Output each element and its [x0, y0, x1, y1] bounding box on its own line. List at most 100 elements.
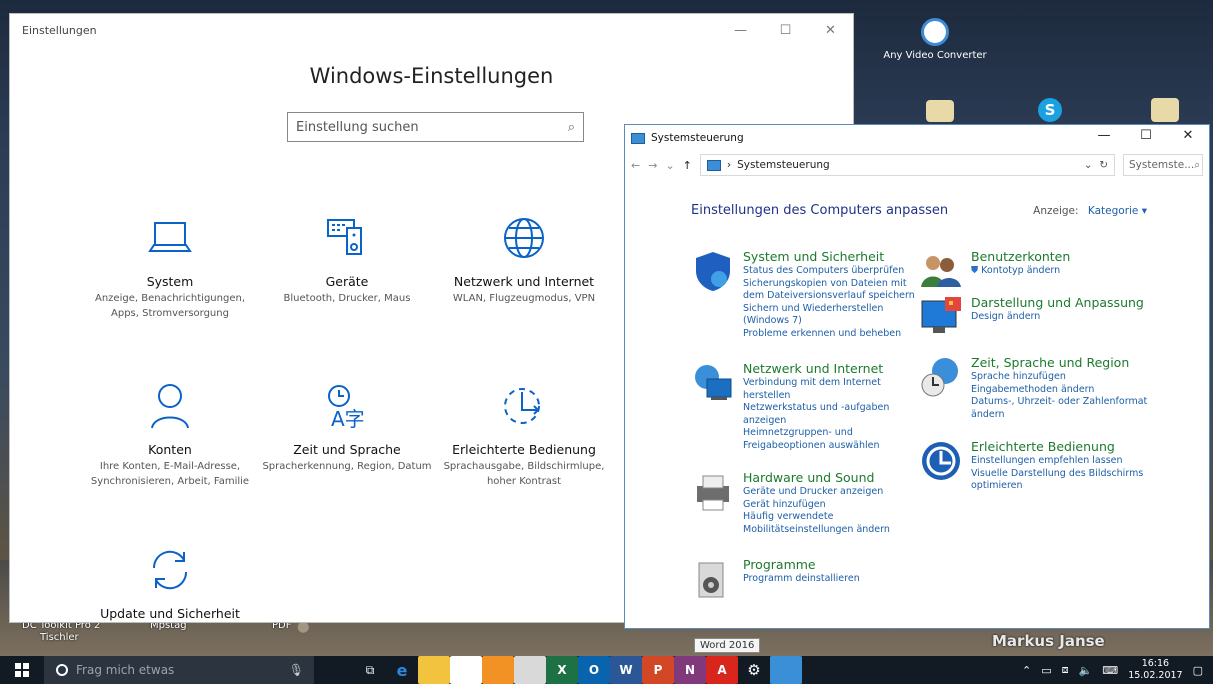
category-title[interactable]: Programme [743, 557, 860, 573]
category-link[interactable]: Einstellungen empfehlen lassen [971, 455, 1149, 468]
word-icon[interactable]: W [610, 656, 642, 684]
close-button[interactable]: ✕ [1167, 122, 1209, 148]
tile-network[interactable]: Netzwerk und Internet WLAN, Flugzeugmodu… [439, 212, 609, 306]
control-panel-taskbar-icon[interactable] [770, 656, 802, 684]
category-network-internet: Netzwerk und Internet Verbindung mit dem… [691, 361, 916, 452]
category-link[interactable]: Datums-, Uhrzeit- oder Zahlenformat ände… [971, 396, 1149, 421]
acrobat-icon[interactable]: A [706, 656, 738, 684]
microphone-icon[interactable]: 🎙 [289, 663, 304, 677]
category-title[interactable]: Zeit, Sprache und Region [971, 355, 1149, 371]
settings-titlebar[interactable]: Einstellungen — ☐ ✕ [10, 14, 853, 46]
tile-desc: WLAN, Flugzeugmodus, VPN [452, 293, 596, 304]
onenote-icon[interactable]: N [674, 656, 706, 684]
maximize-button[interactable]: ☐ [763, 14, 808, 46]
calculator-icon[interactable] [514, 656, 546, 684]
category-ease-of-access: Erleichterte Bedienung Einstellungen emp… [919, 439, 1149, 493]
cortana-search-input[interactable]: Frag mich etwas 🎙 [44, 656, 314, 684]
category-link[interactable]: Probleme erkennen und beheben [743, 328, 916, 341]
devices-icon [262, 212, 432, 264]
tile-accessibility[interactable]: Erleichterte Bedienung Sprachausgabe, Bi… [439, 380, 609, 489]
uac-shield-icon: ⛊ [971, 265, 979, 276]
media-app-icon[interactable] [482, 656, 514, 684]
settings-heading: Windows-Einstellungen [309, 64, 554, 88]
category-link[interactable]: Status des Computers überprüfen [743, 265, 916, 278]
cp-search-input[interactable]: Systemste... ⌕ [1123, 154, 1203, 176]
desktop-icon-skype[interactable]: S [1035, 98, 1065, 122]
tile-name: System [146, 274, 194, 289]
category-link[interactable]: Visuelle Darstellung des Bildschirms opt… [971, 468, 1149, 493]
close-button[interactable]: ✕ [808, 14, 853, 46]
tile-desc: Bluetooth, Drucker, Maus [283, 293, 411, 304]
shield-icon [696, 252, 730, 291]
category-title[interactable]: System und Sicherheit [743, 249, 916, 265]
desktop-icon-any-video-converter[interactable]: Any Video Converter [880, 18, 990, 61]
refresh-icon[interactable]: ↻ [1099, 159, 1108, 171]
address-input[interactable]: › Systemsteuerung ⌄ ↻ [699, 154, 1115, 176]
clock[interactable]: 16:16 15.02.2017 [1128, 658, 1182, 682]
tile-system[interactable]: System Anzeige, Benachrichtigungen, Apps… [85, 212, 255, 321]
category-link[interactable]: Eingabemethoden ändern [971, 384, 1149, 397]
category-title[interactable]: Benutzerkonten [971, 249, 1070, 265]
category-link[interactable]: Geräte und Drucker anzeigen [743, 486, 916, 499]
forward-arrow-icon[interactable]: → [648, 159, 657, 172]
battery-icon[interactable]: ▭ [1041, 664, 1051, 677]
up-arrow-icon[interactable]: ↑ [683, 159, 692, 172]
users-icon [921, 256, 961, 287]
category-link[interactable]: Heimnetzgruppen- und Freigabeoptionen au… [743, 427, 916, 452]
cp-window-title: Systemsteuerung [651, 132, 744, 144]
cp-search-placeholder: Systemste... [1129, 159, 1195, 171]
outlook-icon[interactable]: O [578, 656, 610, 684]
tile-desc: Ihre Konten, E-Mail-Adresse, Synchronisi… [90, 461, 250, 487]
maximize-button[interactable]: ☐ [1125, 122, 1167, 148]
control-panel-icon [706, 159, 721, 171]
breadcrumb[interactable]: Systemsteuerung [737, 159, 830, 171]
desktop-label-tischler[interactable]: Tischler [40, 632, 79, 643]
network-icon [695, 365, 732, 400]
category-title[interactable]: Hardware und Sound [743, 470, 916, 486]
tile-devices[interactable]: Geräte Bluetooth, Drucker, Maus [262, 212, 432, 306]
powerpoint-icon[interactable]: P [642, 656, 674, 684]
cp-titlebar[interactable]: Systemsteuerung — ☐ ✕ [625, 125, 1209, 151]
settings-gear-icon[interactable]: ⚙ [738, 656, 770, 684]
category-link[interactable]: Verbindung mit dem Internet herstellen [743, 377, 916, 402]
category-title[interactable]: Darstellung und Anpassung [971, 295, 1144, 311]
search-placeholder: Einstellung suchen [296, 119, 419, 135]
category-link[interactable]: Sicherungskopien von Dateien mit dem Dat… [743, 278, 916, 303]
volume-icon[interactable]: 🔈 [1079, 664, 1093, 677]
tile-time-language[interactable]: A字 Zeit und Sprache Spracherkennung, Reg… [262, 380, 432, 474]
chevron-up-icon[interactable]: ⌃ [1022, 664, 1031, 677]
accessibility-icon [439, 380, 609, 432]
category-link[interactable]: Häufig verwendete Mobilitätseinstellunge… [743, 511, 916, 536]
category-link[interactable]: Netzwerkstatus und -aufgaben anzeigen [743, 402, 916, 427]
category-link[interactable]: Programm deinstallieren [743, 573, 860, 586]
start-button[interactable] [0, 656, 44, 684]
category-title[interactable]: Netzwerk und Internet [743, 361, 916, 377]
back-arrow-icon[interactable]: ← [631, 159, 640, 172]
category-link[interactable]: Gerät hinzufügen [743, 499, 916, 512]
store-icon[interactable] [450, 656, 482, 684]
category-link[interactable]: ⛊ Kontotyp ändern [971, 265, 1070, 278]
recent-chevron-icon[interactable]: ⌄ [665, 159, 674, 172]
dropdown-chevron-icon[interactable]: ⌄ [1084, 159, 1093, 171]
desktop-icon-file-1[interactable] [925, 100, 955, 122]
network-tray-icon[interactable]: ⧈ [1062, 663, 1069, 677]
category-link[interactable]: Sichern und Wiederherstellen (Windows 7) [743, 303, 916, 328]
minimize-button[interactable]: — [718, 14, 763, 46]
tile-accounts[interactable]: Konten Ihre Konten, E-Mail-Adresse, Sync… [85, 380, 255, 489]
tile-desc: Anzeige, Benachrichtigungen, Apps, Strom… [95, 293, 245, 319]
edge-icon[interactable]: e [386, 656, 418, 684]
search-icon: ⌕ [567, 119, 575, 135]
settings-search-input[interactable]: Einstellung suchen ⌕ [287, 112, 584, 142]
keyboard-icon[interactable]: ⌨ [1102, 664, 1118, 677]
task-view-button[interactable]: ⧉ [354, 656, 386, 684]
category-link[interactable]: Sprache hinzufügen [971, 371, 1149, 384]
tile-update-security[interactable]: Update und Sicherheit [85, 544, 255, 621]
desktop-icon-file-2[interactable] [1150, 98, 1180, 122]
category-title[interactable]: Erleichterte Bedienung [971, 439, 1149, 455]
category-link[interactable]: Design ändern [971, 311, 1144, 324]
excel-icon[interactable]: X [546, 656, 578, 684]
file-explorer-icon[interactable] [418, 656, 450, 684]
view-dropdown[interactable]: Kategorie ▾ [1088, 205, 1147, 217]
minimize-button[interactable]: — [1083, 122, 1125, 148]
action-center-icon[interactable]: ▢ [1193, 664, 1203, 677]
